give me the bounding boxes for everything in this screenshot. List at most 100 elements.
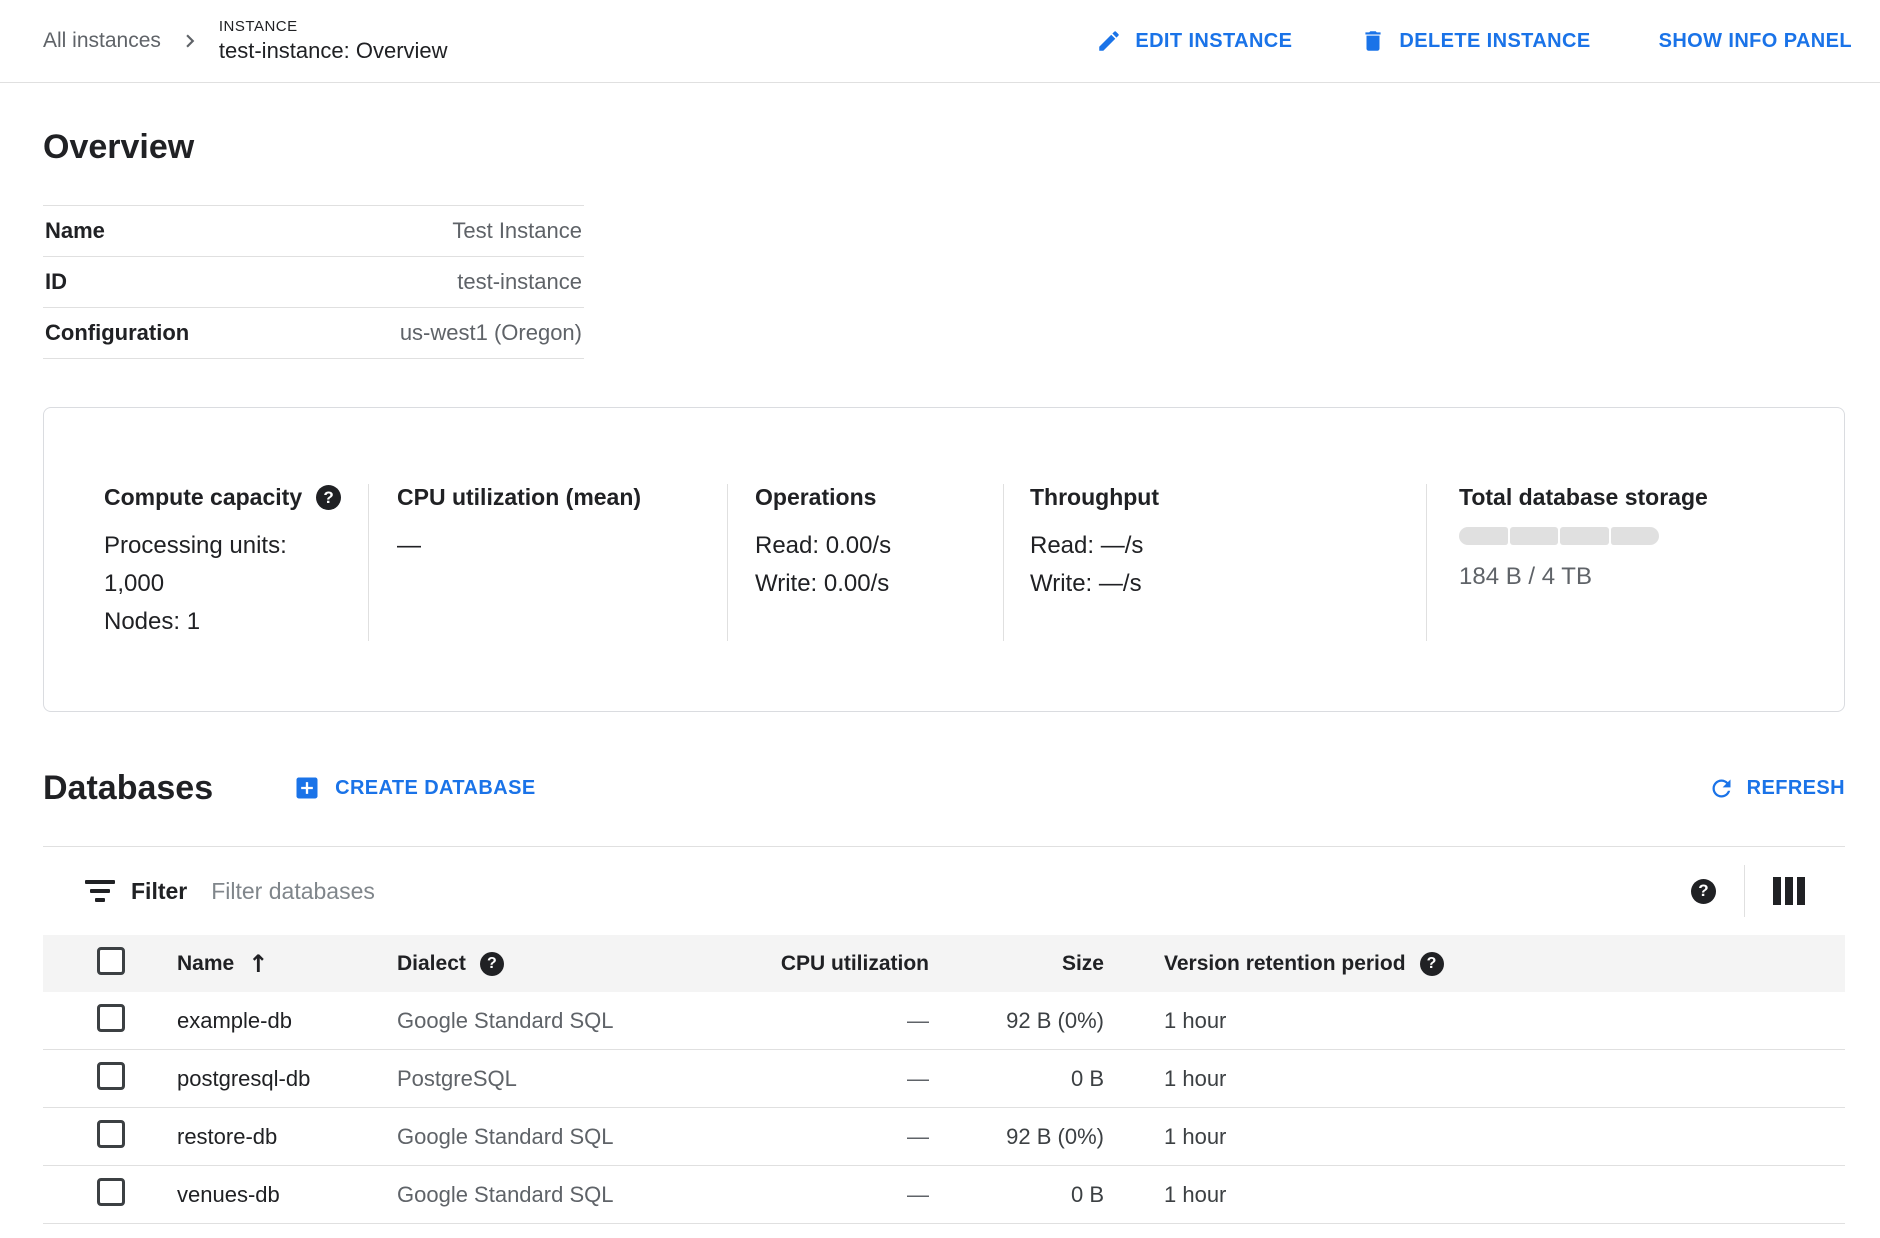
table-row: venues-db Google Standard SQL — 0 B 1 ho… bbox=[43, 1166, 1845, 1224]
cpu-utilization-value: — bbox=[397, 527, 727, 565]
trash-icon bbox=[1360, 28, 1386, 54]
pencil-icon bbox=[1096, 28, 1122, 54]
throughput-label: Throughput bbox=[1030, 484, 1159, 511]
databases-table-section: Filter ? Name ↑ Dialect ? CPU utiliza bbox=[43, 846, 1845, 1224]
db-dialect: PostgreSQL bbox=[393, 1066, 733, 1092]
overview-row-configuration: Configuration us-west1 (Oregon) bbox=[43, 308, 584, 359]
breadcrumb-all-instances[interactable]: All instances bbox=[43, 29, 161, 53]
db-size: 0 B bbox=[933, 1182, 1108, 1208]
edit-instance-label: EDIT INSTANCE bbox=[1135, 30, 1292, 53]
instance-metrics-card: Compute capacity ? Processing units: 1,0… bbox=[43, 407, 1845, 712]
top-actions: EDIT INSTANCE DELETE INSTANCE SHOW INFO … bbox=[1096, 28, 1852, 54]
main-content: Overview Name Test Instance ID test-inst… bbox=[0, 127, 1880, 1224]
sort-ascending-icon[interactable]: ↑ bbox=[248, 952, 268, 976]
table-row: example-db Google Standard SQL — 92 B (0… bbox=[43, 992, 1845, 1050]
help-icon[interactable]: ? bbox=[1691, 879, 1716, 904]
help-icon[interactable]: ? bbox=[1420, 952, 1444, 976]
db-dialect: Google Standard SQL bbox=[393, 1182, 733, 1208]
filter-bar-actions: ? bbox=[1691, 865, 1805, 917]
storage-bar-segment bbox=[1459, 527, 1508, 545]
create-database-label: CREATE DATABASE bbox=[335, 777, 535, 800]
top-bar: All instances INSTANCE test-instance: Ov… bbox=[0, 0, 1880, 83]
overview-row-id: ID test-instance bbox=[43, 257, 584, 308]
db-retention-period: 1 hour bbox=[1108, 1066, 1845, 1092]
page-title-block: INSTANCE test-instance: Overview bbox=[219, 18, 448, 64]
db-cpu-utilization: — bbox=[733, 1066, 933, 1092]
row-checkbox[interactable] bbox=[97, 1004, 125, 1032]
storage-usage-bar bbox=[1459, 527, 1659, 545]
row-checkbox[interactable] bbox=[97, 1178, 125, 1206]
field-value: Test Instance bbox=[283, 206, 584, 257]
vertical-divider bbox=[1744, 865, 1745, 917]
help-icon[interactable]: ? bbox=[316, 485, 341, 510]
databases-header: Databases CREATE DATABASE REFRESH bbox=[43, 768, 1845, 808]
processing-units-value: Processing units: 1,000 bbox=[104, 527, 339, 603]
db-cpu-utilization: — bbox=[733, 1182, 933, 1208]
compute-capacity-label: Compute capacity bbox=[104, 484, 302, 511]
delete-instance-button[interactable]: DELETE INSTANCE bbox=[1360, 28, 1590, 54]
overview-table: Name Test Instance ID test-instance Conf… bbox=[43, 205, 584, 359]
db-name[interactable]: restore-db bbox=[173, 1124, 393, 1150]
db-name[interactable]: example-db bbox=[173, 1008, 393, 1034]
row-checkbox[interactable] bbox=[97, 1062, 125, 1090]
storage-bar-segment bbox=[1560, 527, 1609, 545]
refresh-icon bbox=[1708, 775, 1735, 802]
edit-instance-button[interactable]: EDIT INSTANCE bbox=[1096, 28, 1292, 54]
nodes-value: Nodes: 1 bbox=[104, 603, 339, 641]
filter-chip[interactable]: Filter bbox=[43, 878, 187, 905]
field-label: Configuration bbox=[43, 308, 283, 359]
column-header-size[interactable]: Size bbox=[933, 952, 1108, 976]
operations-label: Operations bbox=[755, 484, 876, 511]
db-name[interactable]: postgresql-db bbox=[173, 1066, 393, 1092]
total-storage-label: Total database storage bbox=[1459, 484, 1708, 511]
db-cpu-utilization: — bbox=[733, 1124, 933, 1150]
filter-label: Filter bbox=[131, 878, 187, 905]
dialect-column-label: Dialect bbox=[397, 952, 466, 976]
metric-total-storage: Total database storage 184 B / 4 TB bbox=[1426, 484, 1844, 641]
refresh-label: REFRESH bbox=[1747, 777, 1845, 800]
retention-column-label: Version retention period bbox=[1164, 952, 1406, 976]
column-header-cpu[interactable]: CPU utilization bbox=[733, 952, 933, 976]
storage-bar-segment bbox=[1611, 527, 1660, 545]
metric-operations: Operations Read: 0.00/s Write: 0.00/s bbox=[727, 484, 1003, 641]
overview-row-name: Name Test Instance bbox=[43, 206, 584, 257]
overview-heading: Overview bbox=[43, 127, 1845, 167]
cpu-column-label: CPU utilization bbox=[781, 952, 929, 976]
create-database-button[interactable]: CREATE DATABASE bbox=[293, 774, 535, 802]
storage-usage-value: 184 B / 4 TB bbox=[1459, 563, 1844, 591]
throughput-read-value: Read: —/s bbox=[1030, 527, 1426, 565]
breadcrumb: All instances INSTANCE test-instance: Ov… bbox=[43, 18, 448, 64]
db-cpu-utilization: — bbox=[733, 1008, 933, 1034]
db-size: 0 B bbox=[933, 1066, 1108, 1092]
help-icon[interactable]: ? bbox=[480, 952, 504, 976]
entity-kind-label: INSTANCE bbox=[219, 18, 448, 37]
db-size: 92 B (0%) bbox=[933, 1124, 1108, 1150]
page-title: test-instance: Overview bbox=[219, 37, 448, 65]
db-retention-period: 1 hour bbox=[1108, 1182, 1845, 1208]
delete-instance-label: DELETE INSTANCE bbox=[1399, 30, 1590, 53]
storage-bar-segment bbox=[1510, 527, 1559, 545]
column-header-dialect[interactable]: Dialect ? bbox=[393, 952, 733, 976]
field-value: test-instance bbox=[283, 257, 584, 308]
operations-read-value: Read: 0.00/s bbox=[755, 527, 1003, 565]
select-all-checkbox[interactable] bbox=[97, 947, 125, 975]
column-header-name[interactable]: Name ↑ bbox=[173, 952, 393, 976]
operations-write-value: Write: 0.00/s bbox=[755, 565, 1003, 603]
db-name[interactable]: venues-db bbox=[173, 1182, 393, 1208]
field-value: us-west1 (Oregon) bbox=[283, 308, 584, 359]
column-header-retention[interactable]: Version retention period ? bbox=[1108, 952, 1845, 976]
add-box-icon bbox=[293, 774, 321, 802]
table-row: postgresql-db PostgreSQL — 0 B 1 hour bbox=[43, 1050, 1845, 1108]
filter-databases-input[interactable] bbox=[211, 878, 1691, 905]
name-column-label: Name bbox=[177, 952, 234, 976]
db-dialect: Google Standard SQL bbox=[393, 1008, 733, 1034]
row-checkbox[interactable] bbox=[97, 1120, 125, 1148]
table-row: restore-db Google Standard SQL — 92 B (0… bbox=[43, 1108, 1845, 1166]
db-size: 92 B (0%) bbox=[933, 1008, 1108, 1034]
show-info-panel-button[interactable]: SHOW INFO PANEL bbox=[1659, 30, 1852, 53]
cpu-utilization-label: CPU utilization (mean) bbox=[397, 484, 641, 511]
column-display-options-icon[interactable] bbox=[1773, 877, 1805, 905]
refresh-button[interactable]: REFRESH bbox=[1708, 775, 1845, 802]
metric-compute-capacity: Compute capacity ? Processing units: 1,0… bbox=[44, 484, 368, 641]
filter-icon bbox=[85, 880, 115, 902]
